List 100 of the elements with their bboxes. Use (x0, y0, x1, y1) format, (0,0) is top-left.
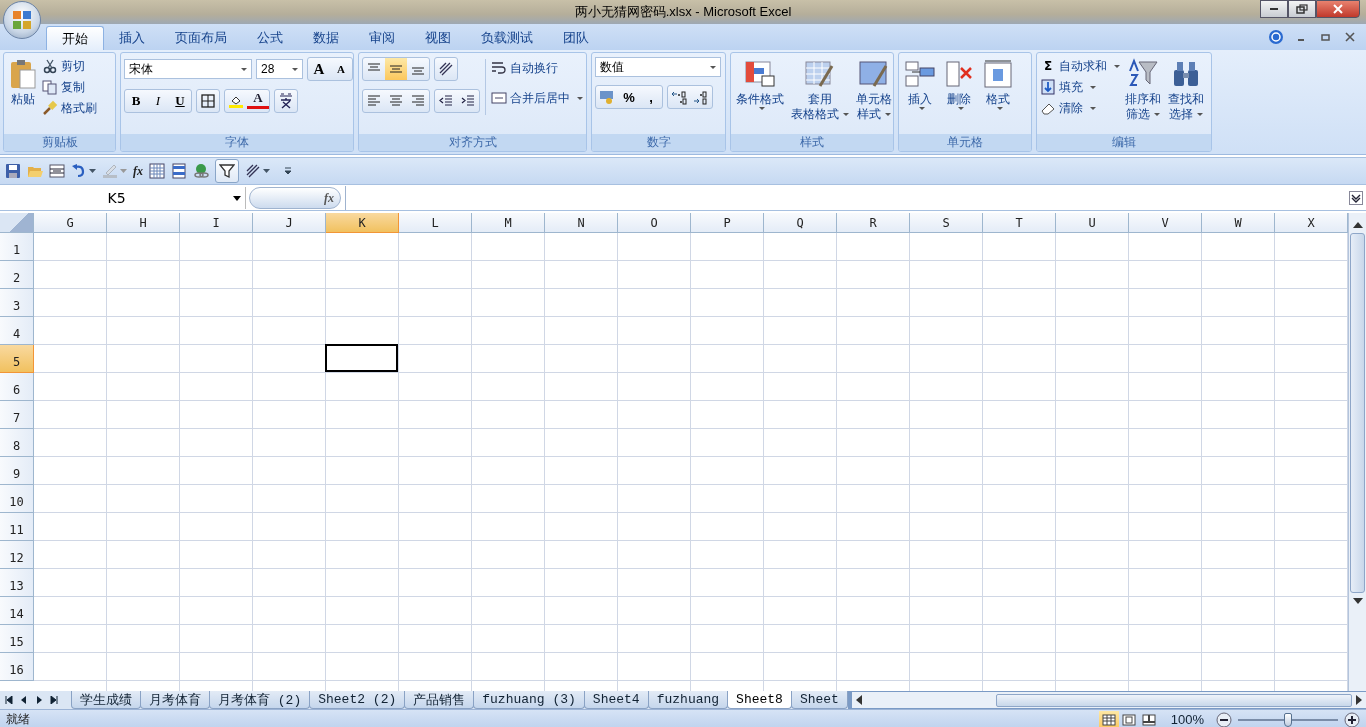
format-painter-button[interactable]: 格式刷 (42, 99, 97, 117)
bold-button[interactable]: B (125, 90, 147, 112)
rows-icon[interactable] (171, 163, 187, 179)
orientation-icon[interactable] (245, 163, 261, 179)
merge-center-button[interactable]: 合并后居中 (491, 89, 583, 107)
sheet-tab[interactable]: fuzhuang (647, 691, 729, 709)
sheet-tab[interactable]: 月考体育 (2) (209, 691, 311, 709)
ribbon-tab[interactable]: 插入 (104, 26, 160, 50)
column-header[interactable]: J (253, 213, 326, 233)
cell-styles-button[interactable]: 单元格 样式 (854, 57, 893, 123)
column-header[interactable]: K (326, 213, 399, 233)
restore-button[interactable] (1288, 0, 1316, 18)
sheet-tab[interactable]: Sheet (790, 691, 848, 709)
vertical-scrollbar[interactable] (1348, 213, 1366, 691)
row-header[interactable]: 2 (0, 261, 34, 289)
sheet-tab[interactable]: Sheet2 (2) (309, 691, 406, 709)
column-header[interactable]: W (1202, 213, 1275, 233)
shrink-font-button[interactable]: A (330, 58, 352, 80)
sheet-tab[interactable]: Sheet8 (727, 691, 792, 709)
minimize-button[interactable] (1260, 0, 1288, 18)
cell-grid[interactable] (34, 233, 1348, 691)
sheet-tab[interactable]: 产品销售 (404, 691, 475, 709)
undo-icon[interactable] (71, 163, 87, 179)
zoom-slider-thumb[interactable] (1284, 712, 1292, 727)
expand-icon[interactable] (1349, 191, 1363, 205)
column-header[interactable]: H (107, 213, 180, 233)
column-header[interactable]: S (910, 213, 983, 233)
active-cell[interactable] (325, 344, 398, 372)
format-cells-button[interactable]: 格式 (980, 57, 1016, 111)
row-header[interactable]: 16 (0, 653, 34, 681)
sheet-tab[interactable]: 月考体育 (140, 691, 210, 709)
column-header[interactable]: I (180, 213, 253, 233)
dropdown-arrow-icon[interactable] (89, 169, 96, 173)
column-header[interactable]: N (545, 213, 618, 233)
insert-function-button[interactable]: fx (133, 163, 143, 179)
insert-function-button[interactable]: fx (249, 187, 341, 209)
ribbon-tab[interactable]: 页面布局 (160, 26, 242, 50)
column-header[interactable]: T (983, 213, 1056, 233)
paste-button[interactable]: 粘贴 (7, 57, 39, 108)
column-header[interactable]: L (399, 213, 472, 233)
row-header[interactable]: 6 (0, 373, 34, 401)
column-header[interactable]: G (34, 213, 107, 233)
previous-sheet-icon[interactable] (20, 696, 28, 704)
clear-button[interactable]: 清除 (1040, 99, 1120, 117)
font-size-field[interactable]: 28 (256, 59, 303, 79)
row-header[interactable]: 10 (0, 485, 34, 513)
autosum-button[interactable]: Σ 自动求和 (1040, 57, 1120, 75)
close-button[interactable] (1316, 0, 1360, 18)
column-header[interactable]: V (1129, 213, 1202, 233)
vertical-align-button[interactable] (385, 58, 407, 80)
percent-button[interactable]: % (618, 86, 640, 108)
first-sheet-icon[interactable] (5, 696, 13, 704)
normal-view-button[interactable] (1098, 710, 1119, 727)
restore-icon[interactable] (1320, 31, 1332, 43)
wrap-text-button[interactable]: 自动换行 (491, 59, 583, 77)
row-header[interactable]: 12 (0, 541, 34, 569)
row-header[interactable]: 11 (0, 513, 34, 541)
column-header[interactable]: P (691, 213, 764, 233)
row-header[interactable]: 1 (0, 233, 34, 261)
save-icon[interactable] (5, 163, 21, 179)
zoom-in-icon[interactable] (1344, 711, 1360, 727)
globe-link-icon[interactable] (193, 163, 209, 179)
sort-filter-button[interactable]: 排序和 筛选 (1123, 57, 1163, 123)
scroll-up-icon[interactable] (1352, 222, 1363, 228)
number-format-field[interactable]: 数值 (595, 57, 721, 77)
scroll-thumb[interactable] (1350, 233, 1365, 593)
row-header[interactable]: 14 (0, 597, 34, 625)
row-header[interactable]: 15 (0, 625, 34, 653)
zoom-level[interactable]: 100% (1170, 712, 1204, 727)
column-header[interactable]: O (618, 213, 691, 233)
table-grid-icon[interactable] (149, 163, 165, 179)
delete-cells-button[interactable]: 删除 (941, 57, 977, 111)
insert-cells-button[interactable]: 插入 (902, 57, 938, 111)
column-header[interactable]: Q (764, 213, 837, 233)
form-icon[interactable] (49, 163, 65, 179)
row-header[interactable]: 5 (0, 345, 34, 373)
sheet-tab[interactable]: Sheet4 (583, 691, 649, 709)
horizontal-scrollbar[interactable] (851, 692, 1366, 708)
column-header[interactable]: U (1056, 213, 1129, 233)
scroll-right-icon[interactable] (1356, 695, 1362, 705)
scroll-down-icon[interactable] (1352, 598, 1363, 604)
italic-button[interactable]: I (147, 90, 169, 112)
last-sheet-icon[interactable] (50, 696, 58, 704)
name-box[interactable]: K5 (0, 187, 246, 209)
ribbon-tab[interactable]: 数据 (298, 26, 354, 50)
ribbon-tab[interactable]: 开始 (46, 26, 104, 50)
ribbon-tab[interactable]: 负载测试 (466, 26, 548, 50)
row-header[interactable]: 7 (0, 401, 34, 429)
row-header[interactable]: 8 (0, 429, 34, 457)
close-icon[interactable] (1344, 31, 1356, 43)
row-header[interactable]: 9 (0, 457, 34, 485)
customize-toolbar-icon[interactable] (284, 167, 292, 175)
scroll-left-icon[interactable] (855, 695, 862, 705)
cut-button[interactable]: 剪切 (42, 57, 97, 75)
zoom-out-icon[interactable] (1216, 711, 1232, 727)
help-icon[interactable] (1268, 29, 1284, 45)
ribbon-tab[interactable]: 团队 (548, 26, 604, 50)
format-as-table-button[interactable]: 套用 表格格式 (789, 57, 851, 123)
underline-button[interactable]: U (169, 90, 191, 112)
row-header[interactable]: 3 (0, 289, 34, 317)
